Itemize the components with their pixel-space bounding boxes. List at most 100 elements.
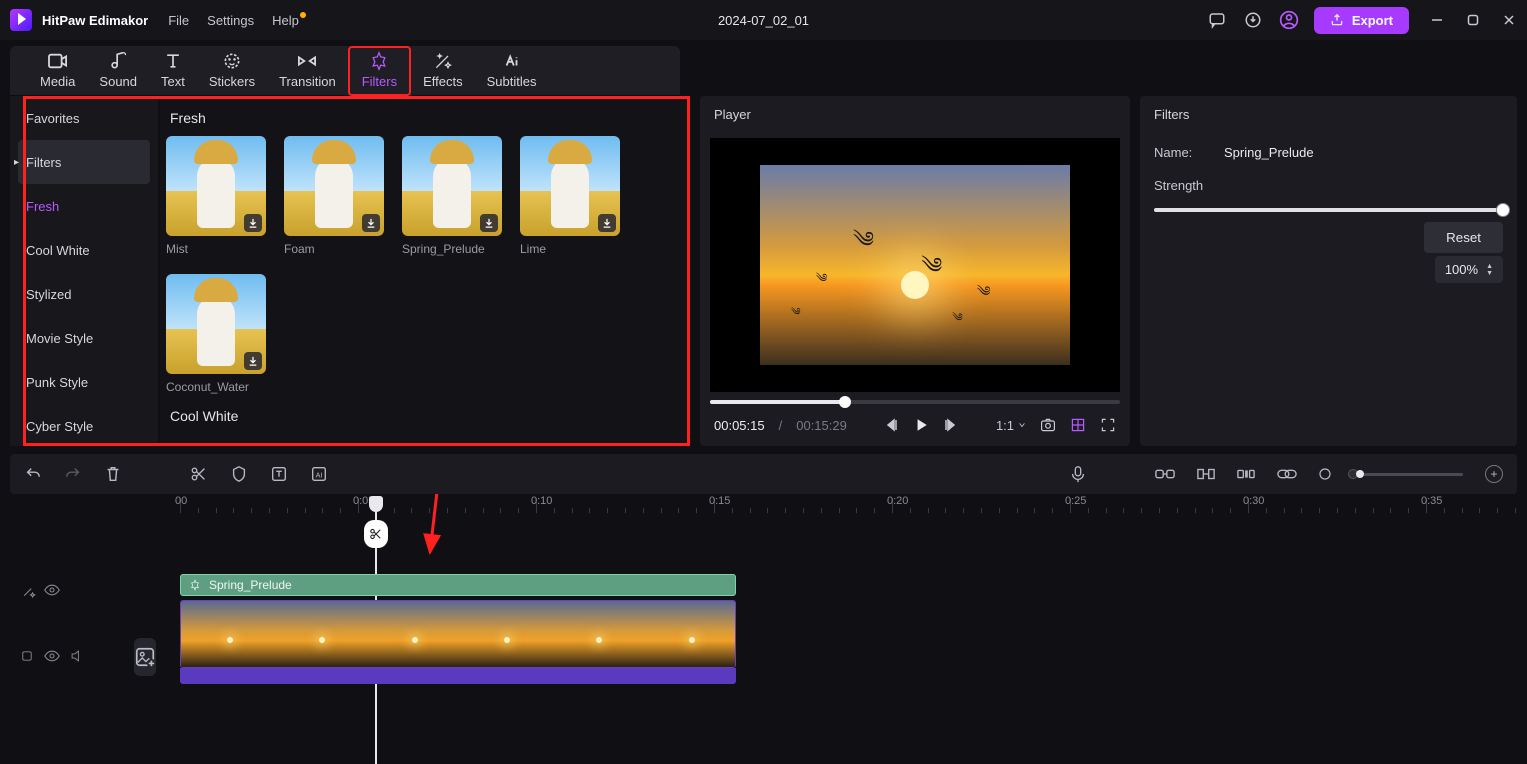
fullscreen-icon[interactable] — [1100, 417, 1116, 433]
stepper-arrows-icon[interactable]: ▲▼ — [1486, 263, 1493, 277]
video-clip[interactable]: 0:15 Pixabay_140111 — [180, 600, 736, 668]
top-tab-bar: Media Sound Text Stickers Transition Fil… — [10, 46, 680, 96]
ai-box-icon[interactable]: AI — [310, 465, 328, 483]
download-icon[interactable] — [1242, 9, 1264, 31]
track-headers — [20, 578, 130, 710]
download-icon[interactable] — [480, 214, 498, 232]
filter-thumb-lime[interactable]: Lime — [520, 136, 620, 256]
effects-icon[interactable] — [20, 583, 34, 600]
playhead-split-icon[interactable] — [364, 520, 388, 548]
add-media-button[interactable] — [134, 638, 156, 676]
cat-movie-style[interactable]: Movie Style — [10, 316, 158, 360]
filters-grid: Fresh Mist Foam Spring_Prelude Lime — [160, 96, 690, 446]
marker-icon[interactable] — [230, 465, 248, 483]
cat-stylized[interactable]: Stylized — [10, 272, 158, 316]
filter-thumb-coconut-water[interactable]: Coconut_Water — [166, 274, 266, 394]
title-bar: HitPaw Edimakor File Settings Help 2024-… — [0, 0, 1527, 40]
zoom-slider[interactable] — [1353, 473, 1463, 476]
cat-filters[interactable]: Filters — [18, 140, 150, 184]
zoom-in-icon[interactable]: + — [1485, 465, 1503, 483]
section-cool-title: Cool White — [170, 408, 684, 424]
filter-thumb-spring-prelude[interactable]: Spring_Prelude — [402, 136, 502, 256]
properties-panel: Filters Name: Spring_Prelude Strength 10… — [1140, 96, 1517, 446]
props-name-value: Spring_Prelude — [1224, 145, 1314, 160]
text-box-icon[interactable] — [270, 465, 288, 483]
account-icon[interactable] — [1278, 9, 1300, 31]
tab-stickers[interactable]: Stickers — [197, 46, 267, 96]
cat-fresh[interactable]: Fresh — [10, 184, 158, 228]
delete-icon[interactable] — [104, 465, 122, 483]
section-fresh-title: Fresh — [170, 110, 684, 126]
cat-cool-white[interactable]: Cool White — [10, 228, 158, 272]
progress-knob[interactable] — [839, 396, 851, 408]
player-panel: Player ༄ ༄ ༄ ༄ ༄ ༄ 00:05:15 / 00:15:29 1… — [700, 96, 1130, 446]
split-icon[interactable] — [190, 465, 208, 483]
tab-effects[interactable]: Effects — [411, 46, 475, 96]
time-total: 00:15:29 — [796, 418, 847, 433]
overlap-icon[interactable] — [1277, 467, 1297, 481]
tab-text[interactable]: Text — [149, 46, 197, 96]
filter-thumb-mist[interactable]: Mist — [166, 136, 266, 256]
player-viewport[interactable]: ༄ ༄ ༄ ༄ ༄ ༄ — [710, 138, 1120, 392]
safe-zone-icon[interactable] — [1070, 417, 1086, 433]
player-progress[interactable] — [710, 400, 1120, 404]
tracks-container: Spring_Prelude 0:15 Pixabay_140111 — [180, 574, 1517, 684]
align-icon[interactable] — [1197, 467, 1215, 481]
tab-sound[interactable]: Sound — [87, 46, 149, 96]
props-name-label: Name: — [1154, 145, 1224, 160]
cat-favorites[interactable]: Favorites — [10, 96, 158, 140]
play-icon[interactable] — [913, 417, 929, 433]
preview-image: ༄ ༄ ༄ ༄ ༄ ༄ — [760, 165, 1070, 365]
strength-value-box[interactable]: 100% ▲▼ — [1435, 256, 1503, 283]
aspect-ratio-button[interactable]: 1:1 — [996, 418, 1026, 433]
download-icon[interactable] — [244, 352, 262, 370]
snapshot-icon[interactable] — [1040, 417, 1056, 433]
tab-filters[interactable]: Filters — [348, 46, 411, 96]
app-name: HitPaw Edimakor — [42, 13, 148, 28]
mute-icon[interactable] — [70, 649, 84, 666]
export-button[interactable]: Export — [1314, 7, 1409, 34]
audio-clip[interactable] — [180, 668, 736, 684]
menu-settings[interactable]: Settings — [207, 13, 254, 28]
tab-transition[interactable]: Transition — [267, 46, 348, 96]
feedback-icon[interactable] — [1206, 9, 1228, 31]
tab-subtitles[interactable]: Subtitles — [475, 46, 549, 96]
strength-slider[interactable] — [1154, 208, 1503, 212]
visibility-icon[interactable] — [44, 650, 60, 665]
track-toggle-icon[interactable] — [1237, 468, 1255, 480]
window-maximize[interactable] — [1465, 12, 1481, 28]
filter-clip[interactable]: Spring_Prelude — [180, 574, 736, 596]
menu-help[interactable]: Help — [272, 13, 299, 28]
mic-icon[interactable] — [1069, 465, 1087, 483]
cat-cyber-style[interactable]: Cyber Style — [10, 404, 158, 448]
time-current: 00:05:15 — [714, 418, 765, 433]
window-close[interactable] — [1501, 12, 1517, 28]
player-controls: 00:05:15 / 00:15:29 1:1 — [700, 404, 1130, 446]
download-icon[interactable] — [598, 214, 616, 232]
next-frame-icon[interactable] — [943, 418, 957, 432]
visibility-icon[interactable] — [44, 584, 60, 599]
playhead-cap[interactable] — [369, 496, 383, 512]
tab-media[interactable]: Media — [28, 46, 87, 96]
download-icon[interactable] — [362, 214, 380, 232]
player-title: Player — [700, 96, 1130, 132]
prev-frame-icon[interactable] — [885, 418, 899, 432]
slider-knob[interactable] — [1496, 203, 1510, 217]
timeline-area[interactable]: 00 0:05 0:10 0:15 0:20 0:25 0:30 0:35 — [10, 494, 1517, 764]
undo-icon[interactable] — [24, 465, 42, 483]
menu-file[interactable]: File — [168, 13, 189, 28]
svg-text:AI: AI — [316, 471, 323, 480]
props-strength-label: Strength — [1154, 178, 1203, 193]
zoom-out-icon[interactable] — [1319, 468, 1331, 480]
lock-icon[interactable] — [20, 649, 34, 666]
link-icon[interactable] — [1155, 467, 1175, 481]
filters-panel: Favorites Filters Fresh Cool White Styli… — [10, 96, 690, 446]
filter-thumb-foam[interactable]: Foam — [284, 136, 384, 256]
window-minimize[interactable] — [1429, 12, 1445, 28]
redo-icon[interactable] — [64, 465, 82, 483]
download-icon[interactable] — [244, 214, 262, 232]
export-label: Export — [1352, 13, 1393, 28]
reset-button[interactable]: Reset — [1424, 222, 1503, 253]
cat-punk-style[interactable]: Punk Style — [10, 360, 158, 404]
categories-sidebar: Favorites Filters Fresh Cool White Styli… — [10, 96, 158, 446]
